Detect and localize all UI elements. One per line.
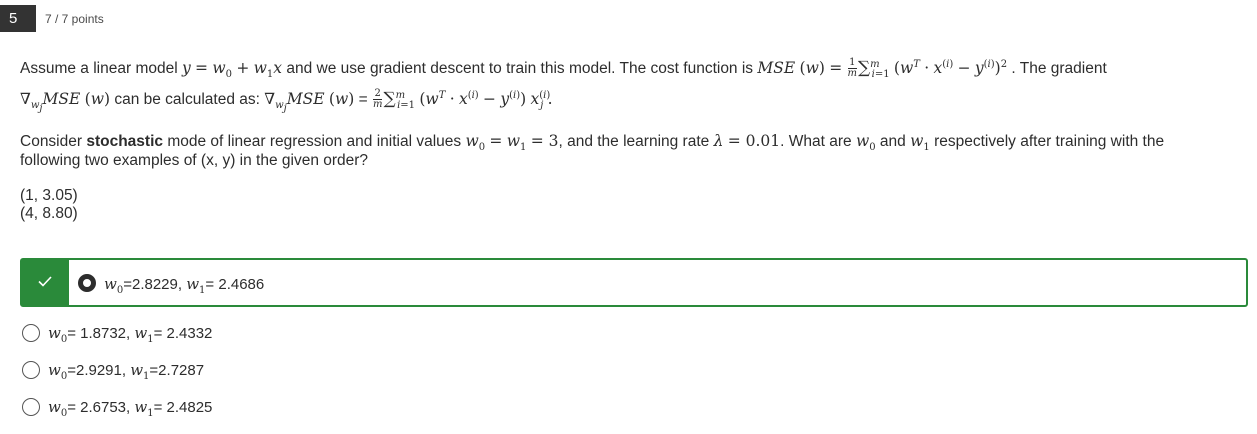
answer-option-1[interactable]: w0=2.8229, w1= 2.4686 <box>20 258 1248 307</box>
radio-button[interactable] <box>78 274 96 292</box>
radio-button[interactable] <box>22 398 40 416</box>
p2-text-6: respectively after training with the <box>929 133 1165 150</box>
radio-button[interactable] <box>22 324 40 342</box>
example-pairs: (1, 3.05) (4, 8.80) <box>20 187 78 223</box>
question-text-3: Consider stochastic mode of linear regre… <box>20 132 1165 154</box>
radio-button[interactable] <box>22 361 40 379</box>
example-pair: (4, 8.80) <box>20 205 78 222</box>
correct-indicator <box>22 260 69 305</box>
p1-text-1: Assume a linear model <box>20 60 182 77</box>
question-text-4: following two examples of (x, y) in the … <box>20 152 369 169</box>
p2-bold: stochastic <box>86 133 164 150</box>
example-pair: (1, 3.05) <box>20 187 78 204</box>
p1-text-2: and we use gradient descent to train thi… <box>282 60 758 77</box>
option-label: w0=2.8229, w1= 2.4686 <box>104 275 265 296</box>
option-label: w0= 1.8732, w1= 2.4332 <box>48 324 213 345</box>
p1-text-4: can be calculated as: <box>110 91 265 108</box>
option-label: w0= 2.6753, w1= 2.4825 <box>48 398 213 419</box>
question-points: 7 / 7 points <box>45 12 104 26</box>
question-text-1: Assume a linear model y = w0 + w1x and w… <box>20 57 1107 81</box>
check-icon <box>38 276 52 287</box>
question-number: 5 <box>0 5 36 32</box>
p2-text-2: mode of linear regression and initial va… <box>163 133 466 150</box>
p2-text-1: Consider <box>20 133 87 150</box>
question-text-2: ∇wjMSE (w) can be calculated as: ∇wjMSE … <box>20 88 553 115</box>
p2-text-3: , and the learning rate <box>558 133 714 150</box>
option-label: w0=2.9291, w1=2.7287 <box>48 361 205 382</box>
p1-text-3: . The gradient <box>1011 60 1107 77</box>
p2-text-5: and <box>875 133 911 150</box>
p2-text-4: . What are <box>780 133 856 150</box>
